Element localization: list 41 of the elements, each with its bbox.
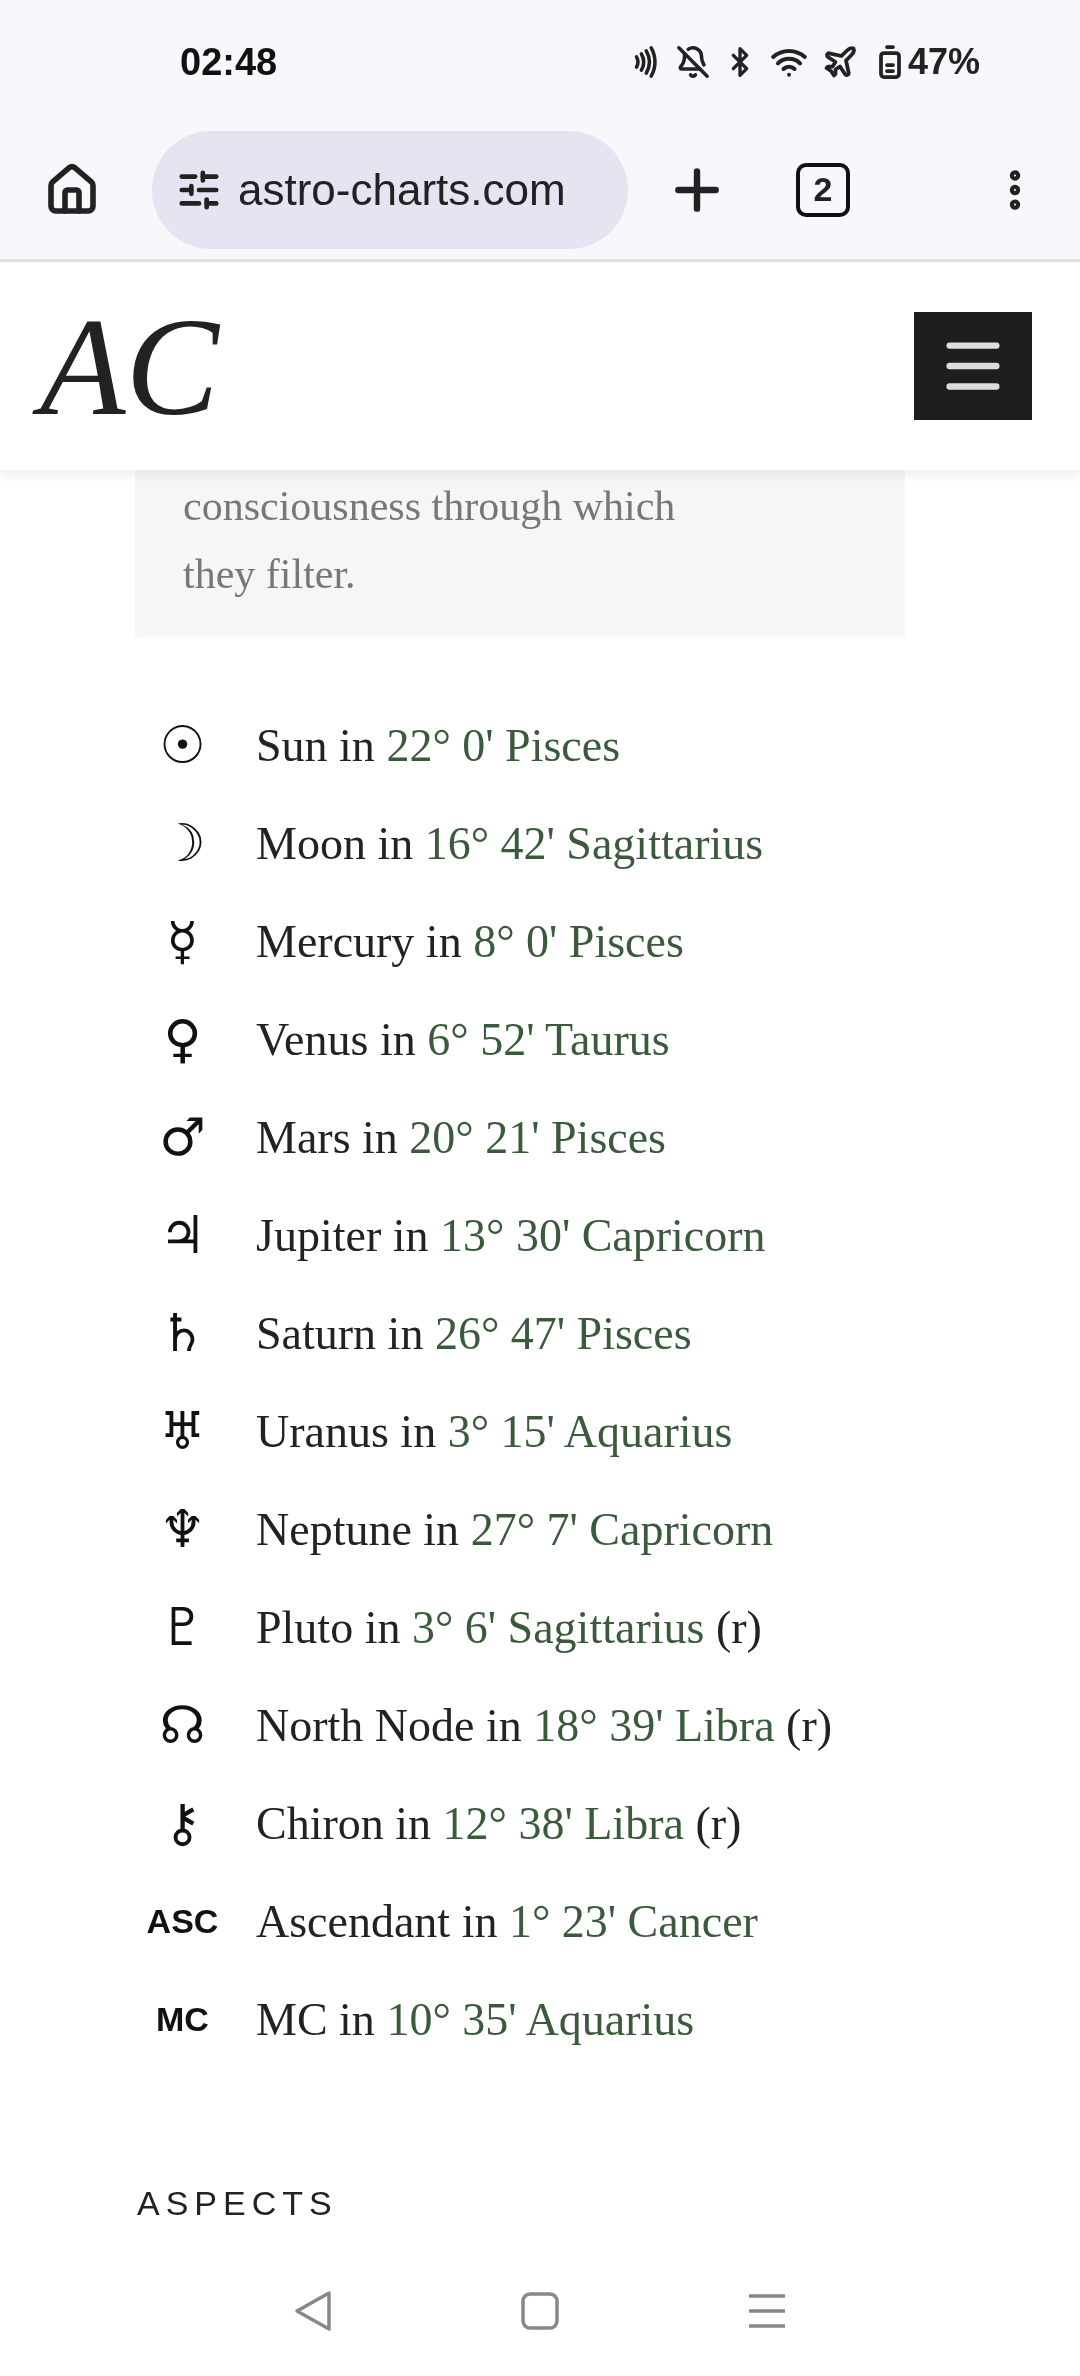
quote-text: they filter. [183,550,356,599]
placement-text: Uranus in 3° 15' Aquarius [256,1404,733,1459]
planet-symbol: ☿ [166,915,199,967]
placement-text: Venus in 6° 52' Taurus [256,1012,670,1067]
placement-text: Chiron in 12° 38' Libra (r) [256,1796,742,1851]
planet-symbol: ♇ [159,1601,206,1653]
point-abbreviation: ASC [146,1904,219,1938]
placement-text: Sun in 22° 0' Pisces [256,718,621,773]
planet-symbol: ☊ [159,1699,206,1751]
hamburger-menu-button[interactable] [914,312,1032,420]
site-logo[interactable]: AC [34,285,249,447]
section-heading: ASPECTS [137,2183,338,2224]
tab-count-button[interactable]: 2 [796,162,850,217]
point-abbreviation: MC [156,2002,209,2036]
placement-text: Pluto in 3° 6' Sagittarius (r) [256,1600,762,1655]
url-text[interactable]: astro-charts.com [238,156,566,223]
placement-text: Mars in 20° 21' Pisces [256,1110,666,1165]
planet-symbol: ♂ [159,1111,206,1163]
planet-symbol: ♀ [163,1013,202,1065]
bell-off-icon [675,45,710,79]
placement-text: MC in 10° 35' Aquarius [256,1992,695,2047]
placement-text: North Node in 18° 39' Libra (r) [256,1698,833,1753]
back-icon[interactable] [293,2289,334,2333]
planet-symbol: ♆ [159,1503,206,1555]
planet-symbol: ⚷ [163,1797,202,1849]
placement-text: Moon in 16° 42' Sagittarius [256,816,764,871]
planet-symbol: ♅ [159,1405,206,1457]
quote-text: consciousness through which [183,482,676,531]
planet-symbol: ♃ [159,1209,206,1261]
planet-symbol: ♄ [159,1307,206,1359]
placement-text: Saturn in 26° 47' Pisces [256,1306,692,1361]
placement-text: Jupiter in 13° 30' Capricorn [256,1208,766,1263]
address-bar[interactable]: astro-charts.com [152,130,628,249]
status-time: 02:48 [180,39,278,85]
planet-symbol: ☉ [159,719,206,771]
placement-text: Ascendant in 1° 23' Cancer [256,1894,758,1949]
placement-text: Neptune in 27° 7' Capricorn [256,1502,774,1557]
battery-percent: 47% [907,40,980,84]
placement-text: Mercury in 8° 0' Pisces [256,914,684,969]
planet-symbol: ☽ [159,817,206,869]
home-square-icon[interactable] [520,2291,560,2331]
